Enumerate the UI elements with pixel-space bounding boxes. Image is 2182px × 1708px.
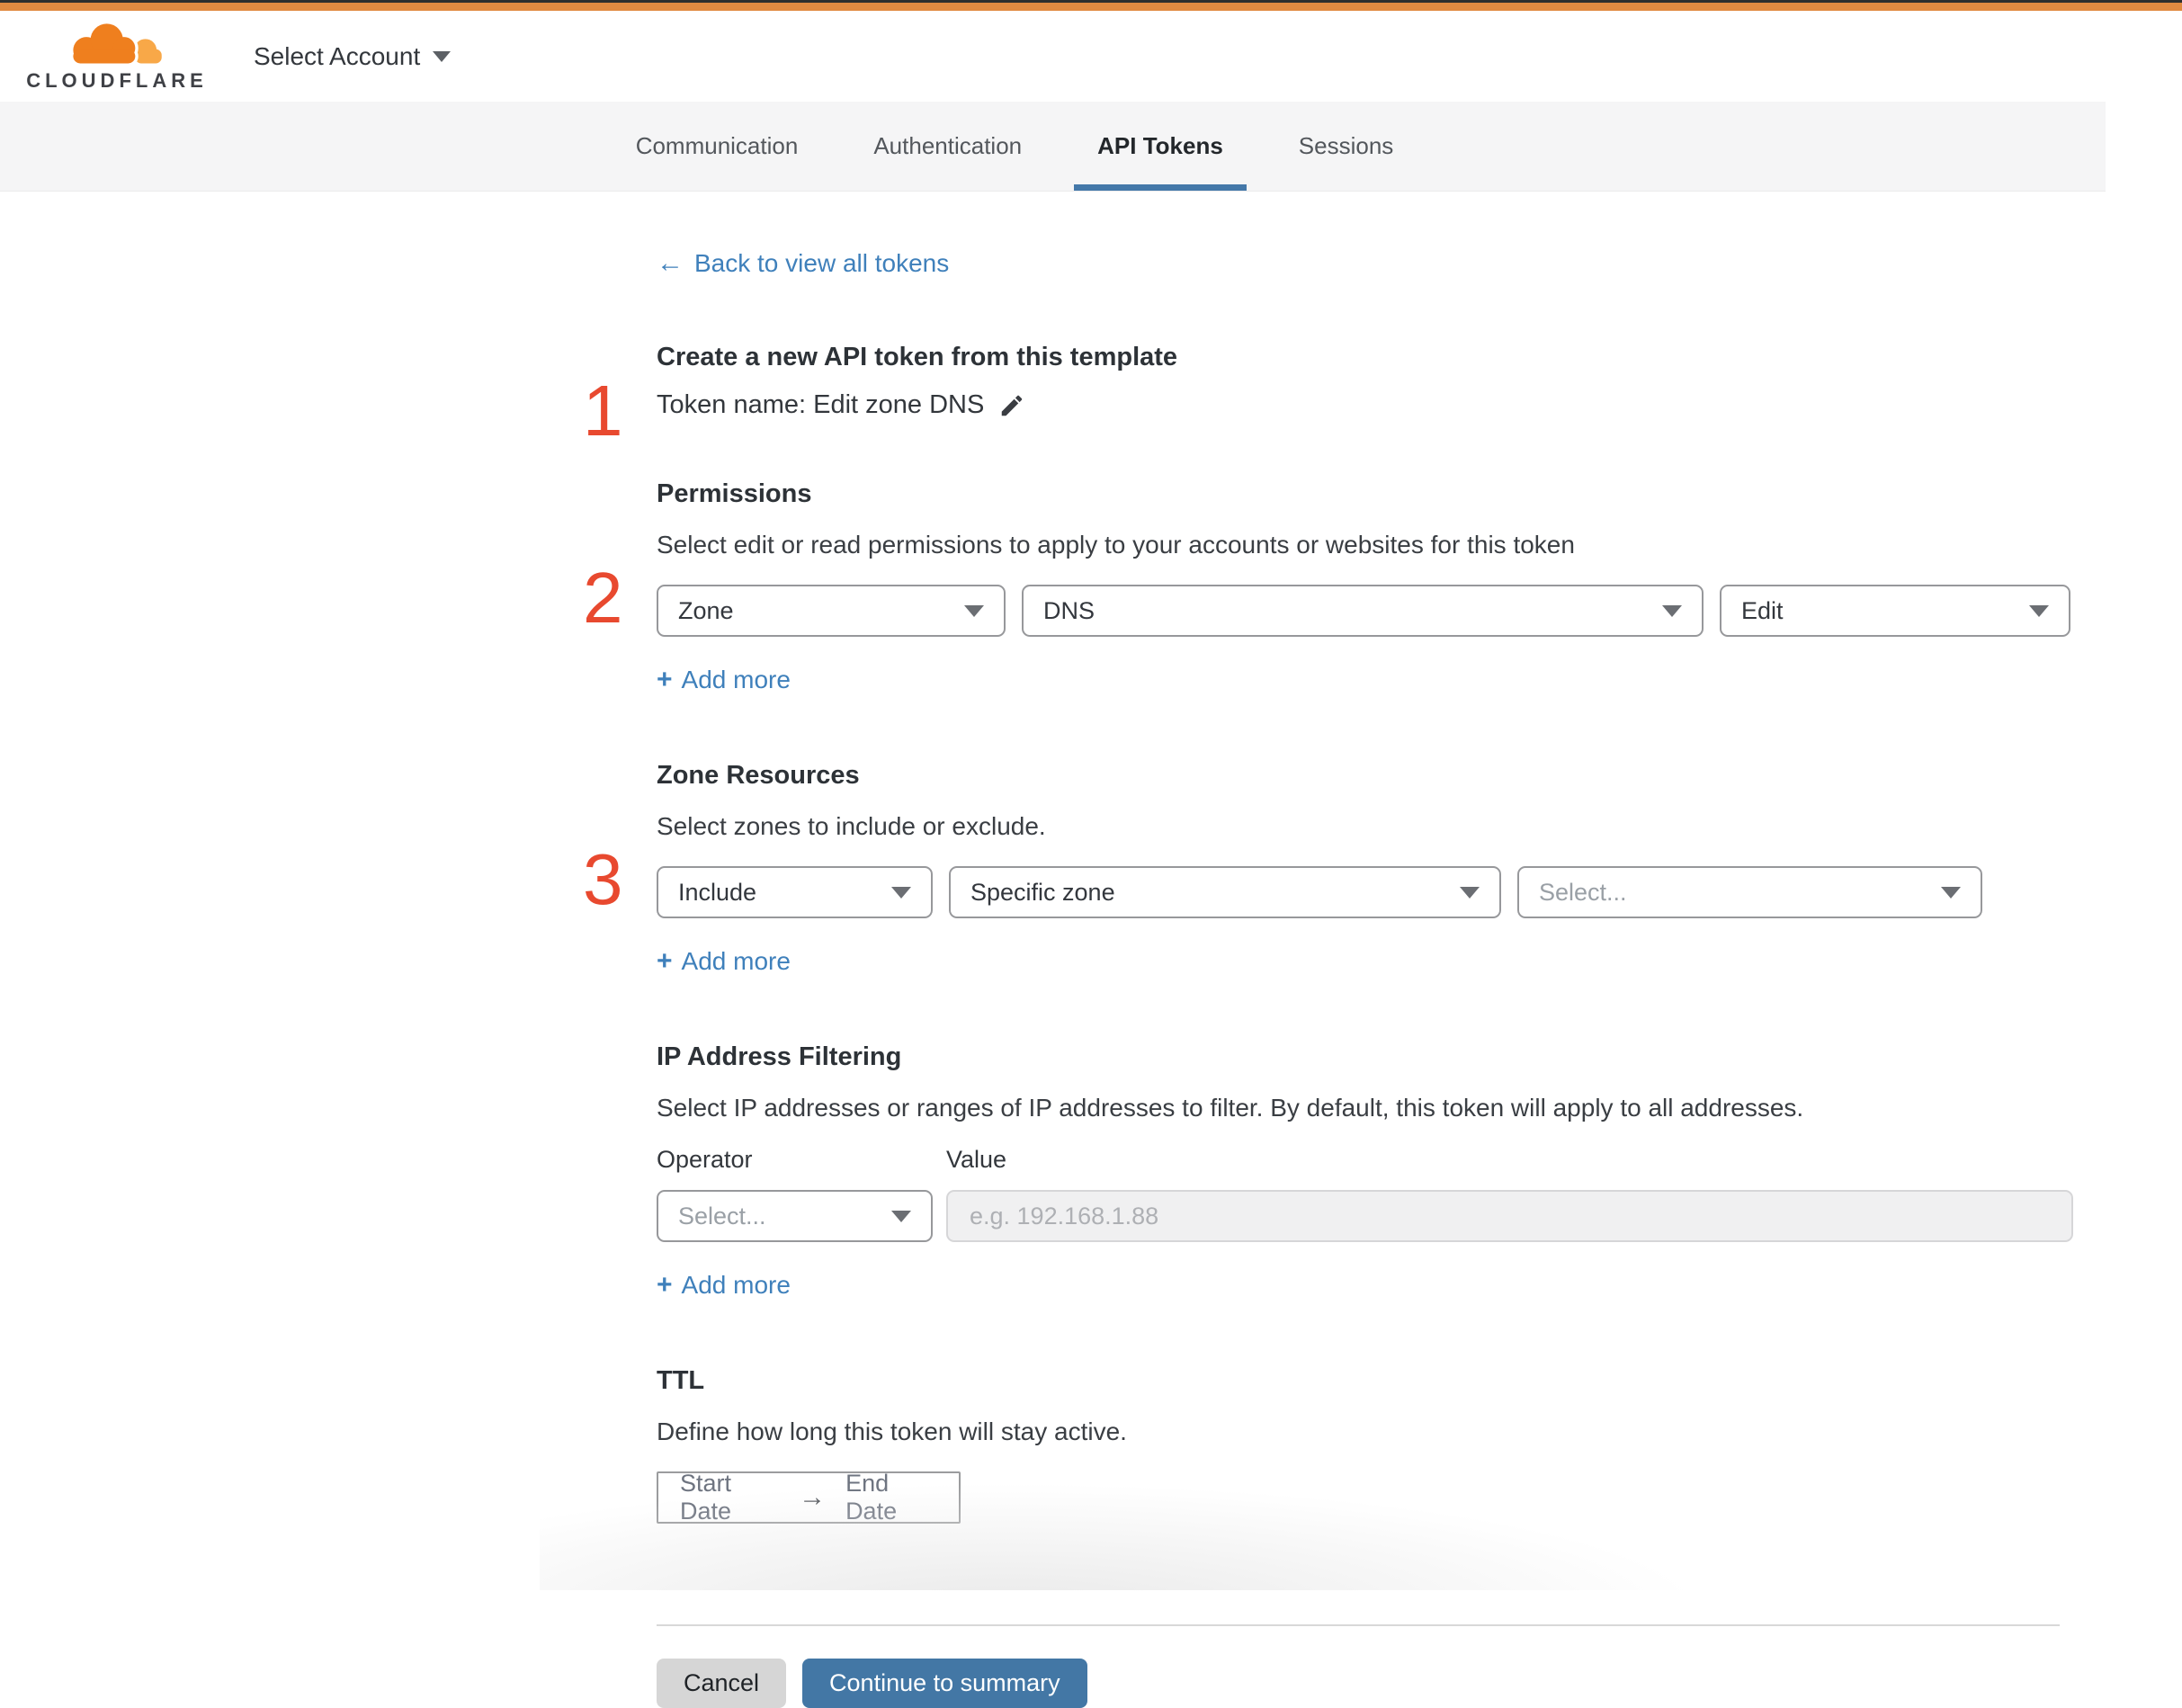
plus-icon: + [657,666,673,693]
back-to-tokens-link[interactable]: ← Back to view all tokens [657,249,949,278]
step-number-1: 1 [583,375,623,447]
caret-down-icon [1941,887,1961,899]
footer-divider [657,1624,2060,1626]
zone-resources-section: 3 Zone Resources Select zones to include… [657,761,2073,976]
permissions-add-more-link[interactable]: + Add more [657,666,791,694]
selected-value: Zone [678,597,734,625]
zone-resources-description: Select zones to include or exclude. [657,812,2073,841]
ttl-date-range-picker[interactable]: Start Date → End Date [657,1471,961,1524]
token-name-section: 1 Create a new API token from this templ… [657,343,2073,420]
edit-pencil-icon[interactable] [998,392,1025,419]
cloudflare-cloud-icon [45,21,189,67]
caret-down-icon [891,1211,911,1222]
selected-value: Specific zone [970,879,1115,907]
cancel-button[interactable]: Cancel [657,1659,786,1708]
end-date-label: End Date [845,1470,937,1525]
app-header: CLOUDFLARE Select Account [0,11,2182,102]
ttl-title: TTL [657,1366,2073,1396]
permissions-title: Permissions [657,479,2073,509]
step-number-2: 2 [583,562,623,634]
value-label: Value [946,1146,1006,1174]
footer-actions: Cancel Continue to summary [657,1659,2073,1708]
step-number-3: 3 [583,844,623,916]
top-accent-bar [0,3,2182,11]
ip-operator-select[interactable]: Select... [657,1190,933,1242]
permissions-description: Select edit or read permissions to apply… [657,531,2073,559]
zone-resources-title: Zone Resources [657,761,2073,791]
tab-label: Sessions [1299,132,1394,160]
selected-value: Include [678,879,756,907]
chevron-down-icon [433,51,451,62]
cloudflare-logo: CLOUDFLARE [27,21,207,93]
add-more-label: Add more [682,1271,791,1300]
plus-icon: + [657,948,673,975]
tab-api-tokens[interactable]: API Tokens [1094,102,1227,191]
permission-scope-select[interactable]: Zone [657,585,1006,637]
arrow-right-icon: → [799,1482,826,1513]
arrow-left-icon: ← [657,250,684,277]
operator-label: Operator [657,1146,946,1174]
ttl-description: Define how long this token will stay act… [657,1417,2073,1446]
selected-value: Edit [1741,597,1784,625]
tab-label: Communication [636,132,799,160]
placeholder-value: Select... [1539,879,1627,907]
ip-value-input[interactable] [946,1190,2073,1242]
tab-sessions[interactable]: Sessions [1295,102,1398,191]
caret-down-icon [1662,605,1682,617]
ip-filtering-section: IP Address Filtering Select IP addresses… [657,1042,2073,1300]
tab-authentication[interactable]: Authentication [870,102,1025,191]
tab-label: Authentication [873,132,1022,160]
selected-value: DNS [1043,597,1095,625]
placeholder-value: Select... [678,1203,766,1230]
start-date-label: Start Date [680,1470,779,1525]
caret-down-icon [1460,887,1480,899]
tab-label: API Tokens [1097,132,1223,160]
page-title: Create a new API token from this templat… [657,343,2073,372]
account-selector-label: Select Account [254,42,420,71]
token-name-text: Token name: Edit zone DNS [657,390,984,420]
token-template-form: ← Back to view all tokens 1 Create a new… [657,192,2073,1708]
cloudflare-wordmark: CLOUDFLARE [26,69,208,93]
plus-icon: + [657,1272,673,1299]
continue-to-summary-button[interactable]: Continue to summary [802,1659,1087,1708]
account-selector[interactable]: Select Account [254,42,451,71]
zone-pick-select[interactable]: Select... [1517,866,1982,918]
add-more-label: Add more [682,947,791,976]
tab-communication[interactable]: Communication [632,102,802,191]
ip-filtering-description: Select IP addresses or ranges of IP addr… [657,1094,2073,1122]
profile-tabs: Communication Authentication API Tokens … [0,102,2106,192]
back-link-label: Back to view all tokens [694,249,949,278]
active-tab-underline [1074,184,1247,191]
ip-filtering-add-more-link[interactable]: + Add more [657,1271,791,1300]
permission-access-select[interactable]: Edit [1720,585,2070,637]
zone-include-select[interactable]: Include [657,866,933,918]
ip-filtering-title: IP Address Filtering [657,1042,2073,1072]
zone-type-select[interactable]: Specific zone [949,866,1501,918]
permission-resource-select[interactable]: DNS [1022,585,1704,637]
add-more-label: Add more [682,666,791,694]
caret-down-icon [2029,605,2049,617]
permissions-section: 2 Permissions Select edit or read permis… [657,479,2073,694]
caret-down-icon [964,605,984,617]
zone-resources-add-more-link[interactable]: + Add more [657,947,791,976]
ttl-section: TTL Define how long this token will stay… [657,1366,2073,1524]
caret-down-icon [891,887,911,899]
